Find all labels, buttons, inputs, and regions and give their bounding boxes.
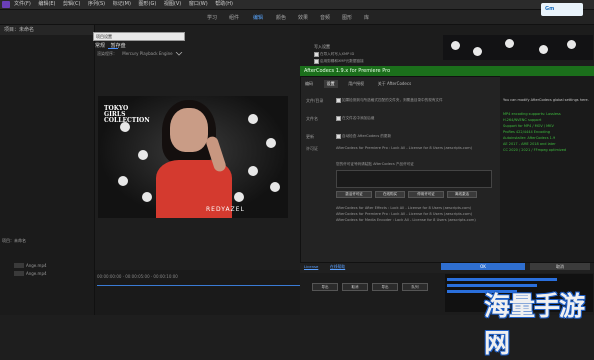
xmp-checkbox[interactable] [314,52,319,57]
model-face [170,108,208,152]
chevron-down-icon[interactable] [174,52,184,56]
cancel-button[interactable]: 取消 [530,263,590,270]
export-button[interactable]: 导出 [312,283,338,291]
workspace-tab-effects[interactable]: 效果 [298,14,308,21]
info-panel [500,76,594,271]
ae-license-line: AfterCodecs for After Effects : Lock All… [336,206,472,210]
deactivate-license-button[interactable]: 停用许可证 [408,191,444,198]
workspace-bar: 学习 组件 编辑 颜色 效果 音频 图形 库 [0,10,594,25]
suffix-text: 在文件名中添加后缀 [342,116,375,120]
project-settings-title: 项目设置 [93,32,185,41]
dialog-tab-license[interactable]: 用户授权 [345,80,367,88]
workspace-tab-color[interactable]: 颜色 [276,14,286,21]
menu-sequence[interactable]: 序列(S) [88,0,105,9]
offline-activation-button[interactable]: 离线激活 [447,191,477,198]
write-settings-title: 写入设置 [314,44,330,49]
section-label: 许可证 [306,146,318,151]
update-text: 自动检查 AfterCodecs 的更新 [342,134,392,138]
xmp-label: 在导入时写入XMP ID [320,52,355,56]
update-checkbox[interactable] [336,134,341,139]
corner-logo: Gm [541,3,583,16]
dialog-tab-settings[interactable]: 设置 [323,80,338,88]
renderer-value[interactable]: Mercury Playback Engine [122,51,172,56]
cancel-export-button[interactable]: 取消 [342,283,368,291]
workspace-tab-assembly[interactable]: 组件 [229,14,239,21]
workspace-tab-graphics[interactable]: 图形 [342,14,352,21]
menu-clip[interactable]: 剪辑(C) [63,0,80,9]
info-line: Support for MP4 / MOV / MKV [503,124,554,128]
renderer-label: 渲染程序： [97,51,117,56]
menu-view[interactable]: 视图(V) [164,0,181,9]
dialog-tab-encode[interactable]: 编码 [302,80,316,88]
section-label: 更新 [306,134,314,139]
license-text: AfterCodecs for Premiere Pro : Lock All … [336,146,472,150]
activate-license-button[interactable]: 激活许可证 [336,191,372,198]
info-line: ProRes 422/4444 Encoding [503,130,550,134]
xmp-link-checkbox[interactable] [314,59,319,64]
meter-bar [447,278,557,281]
workspace-tab-libraries[interactable]: 库 [364,14,369,21]
menu-marker[interactable]: 标记(M) [113,0,131,9]
menubar: 文件(F) 编辑(E) 剪辑(C) 序列(S) 标记(M) 图形(G) 视图(V… [0,0,594,10]
suffix-checkbox[interactable] [336,116,341,121]
active-tab-indicator [108,48,118,49]
info-line: You can modify AfterCodecs global settin… [503,98,589,102]
section-label: 文件/目录 [306,98,324,103]
license-input[interactable] [336,170,492,188]
pr-license-line: AfterCodecs for Premiere Pro : Lock All … [336,212,472,216]
premiere-logo-icon [2,1,10,8]
menu-file[interactable]: 文件(F) [14,0,31,9]
dialog-titlebar: AfterCodecs 1.9.x for Premiere Pro [300,66,594,76]
buy-online-button[interactable]: 在线购买 [375,191,405,198]
clip-thumbnail[interactable] [14,263,24,268]
renderer-option: 渲染程序： Mercury Playback Engine [97,51,173,57]
dialog-tab-about[interactable]: 关于 AfterCodecs [375,80,414,88]
reference-thumbnail [443,35,593,60]
project-lower-title: 项目：未命名 [2,238,26,243]
license-prompt: 您的许可证号码请粘贴 AfterCodecs 产品许可证 [336,162,414,166]
dialog-title: AfterCodecs 1.9.x for Premiere Pro [304,68,391,74]
project-settings-label: 项目设置 [96,34,112,39]
site-watermark: 海量手游网 [484,292,585,359]
overwrite-text: 如果检测到与所选格式匹配的文件夹，则覆盖目录中的现有文件 [342,98,443,102]
menu-edit[interactable]: 编辑(E) [38,0,55,9]
video-preview: TOKYO GIRLS COLLECTION REDYAZEL [98,96,288,218]
project-panel-header: 项目：未命名 [0,25,94,35]
workspace-tab-learn[interactable]: 学习 [207,14,217,21]
menu-graphics[interactable]: 图形(G) [139,0,157,9]
overwrite-checkbox[interactable] [336,98,341,103]
section-label: 文件名 [306,116,318,121]
timeline-scrubber[interactable] [97,285,302,286]
info-line: CC 2020 / 2021 / FFmpeg optimized [503,148,567,152]
info-line: Autoinstaller: AfterCodecs 1.9 [503,136,556,140]
info-line: AE 2017 - AME 2018 and later [503,142,556,146]
timeline-ticks: 00:00:00:00 · 00:00:05:00 · 00:00:10:00 [97,274,178,279]
ame-license-line: AfterCodecs for Media Encoder : Lock All… [336,218,476,222]
tab-general[interactable]: 常规 [95,43,105,49]
video-overlay-title: TOKYO GIRLS COLLECTION [104,105,150,124]
xmp-link-label: 启用剪辑和XMP元数据链接 [320,59,364,63]
help-link[interactable]: 在线帮助 [330,264,345,270]
clip-thumbnail[interactable] [14,271,24,276]
queue-button[interactable]: 队列 [402,283,428,291]
info-line: MP4 encoding supports: Lossless [503,112,561,116]
workspace-tab-audio[interactable]: 音频 [320,14,330,21]
video-overlay-brand: REDYAZEL [206,206,245,213]
export-button-2[interactable]: 导出 [372,283,398,291]
info-line: H.264/NVENC support [503,118,542,122]
project-item[interactable]: Ange.mp4 [26,263,47,268]
workspace-tab-editing[interactable]: 编辑 [253,14,263,21]
menu-help[interactable]: 帮助(H) [215,0,233,9]
license-link[interactable]: License [304,264,318,269]
project-item[interactable]: Ange.mp4 [26,271,47,276]
menu-window[interactable]: 窗口(W) [189,0,208,9]
dialog-tabs: 编码 设置 用户授权 关于 AfterCodecs [302,80,420,88]
ok-button[interactable]: OK [441,263,525,270]
corner-logo-text: Gm [545,6,555,12]
